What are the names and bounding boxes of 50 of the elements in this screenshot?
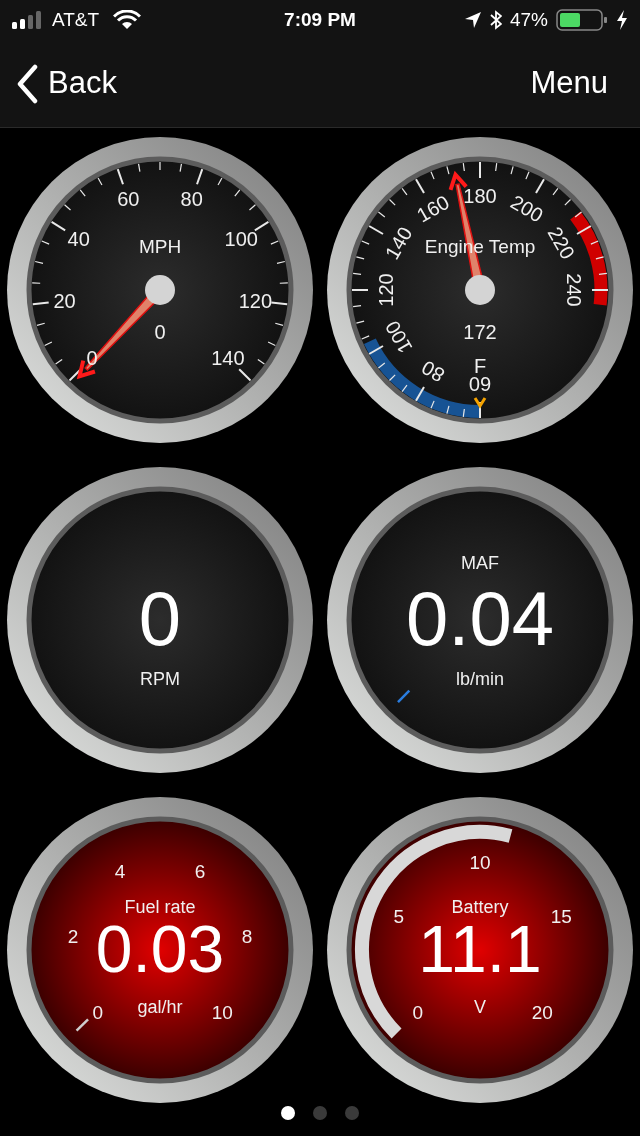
scale-label: 40 — [67, 227, 90, 250]
needle-hub — [465, 275, 495, 305]
scale-label: 8 — [241, 925, 253, 947]
scale-label: 0 — [412, 1001, 424, 1023]
scale-label: 6 — [194, 861, 206, 883]
scale-label: 60 — [117, 188, 140, 211]
scale-label: 15 — [550, 905, 572, 927]
gauge-reading: 0.04 — [406, 576, 554, 661]
scale-label: 20 — [531, 1001, 553, 1023]
scale-label: 10 — [469, 851, 491, 873]
gauge-reading: 0 — [138, 576, 182, 661]
scale-label: 2 — [67, 925, 79, 947]
carrier-name: AT&T — [52, 7, 100, 32]
scale-label: 100 — [380, 317, 417, 357]
wifi-icon — [113, 10, 142, 30]
scale-label: 240 — [563, 273, 585, 307]
scale-label: 120 — [238, 289, 273, 312]
scale-label: 100 — [224, 227, 258, 250]
scale-label: 180 — [463, 185, 497, 207]
chevron-left-icon — [16, 63, 38, 104]
menu-button[interactable]: Menu — [530, 60, 608, 107]
gauge-title: MAF — [461, 553, 499, 573]
scale-label: 120 — [375, 273, 397, 307]
gauge-unit: gal/hr — [137, 997, 183, 1017]
back-button[interactable]: Back — [16, 60, 117, 107]
signal-icon — [12, 11, 44, 29]
needle-hub — [145, 275, 175, 305]
gauge-reading: 172 — [463, 321, 497, 343]
scale-label: 80 — [180, 188, 203, 211]
scale-label: 5 — [393, 905, 404, 927]
charging-bolt-icon — [616, 10, 628, 30]
scale-label: 80 — [417, 356, 449, 387]
gauge-unit: lb/min — [456, 669, 504, 689]
location-arrow-icon — [463, 11, 482, 29]
scale-label: 4 — [114, 861, 126, 883]
gauge-unit: RPM — [140, 669, 180, 689]
scale-label: 20 — [53, 289, 76, 312]
battery-percent: 47% — [509, 7, 548, 32]
bluetooth-icon — [489, 10, 502, 30]
scale-label: 10 — [211, 1001, 233, 1023]
clock-time: 7:09 PM — [284, 7, 356, 32]
scale-label: 0 — [92, 1001, 104, 1023]
scale-label: 140 — [211, 346, 245, 369]
battery-icon — [556, 9, 608, 31]
gauge-title: MPH — [138, 235, 182, 257]
gauge-reading: 0 — [154, 321, 166, 343]
level-tick — [75, 1018, 89, 1032]
level-tick — [397, 689, 411, 703]
gauge-unit: V — [474, 997, 486, 1017]
minimum-marker-icon — [473, 397, 487, 409]
